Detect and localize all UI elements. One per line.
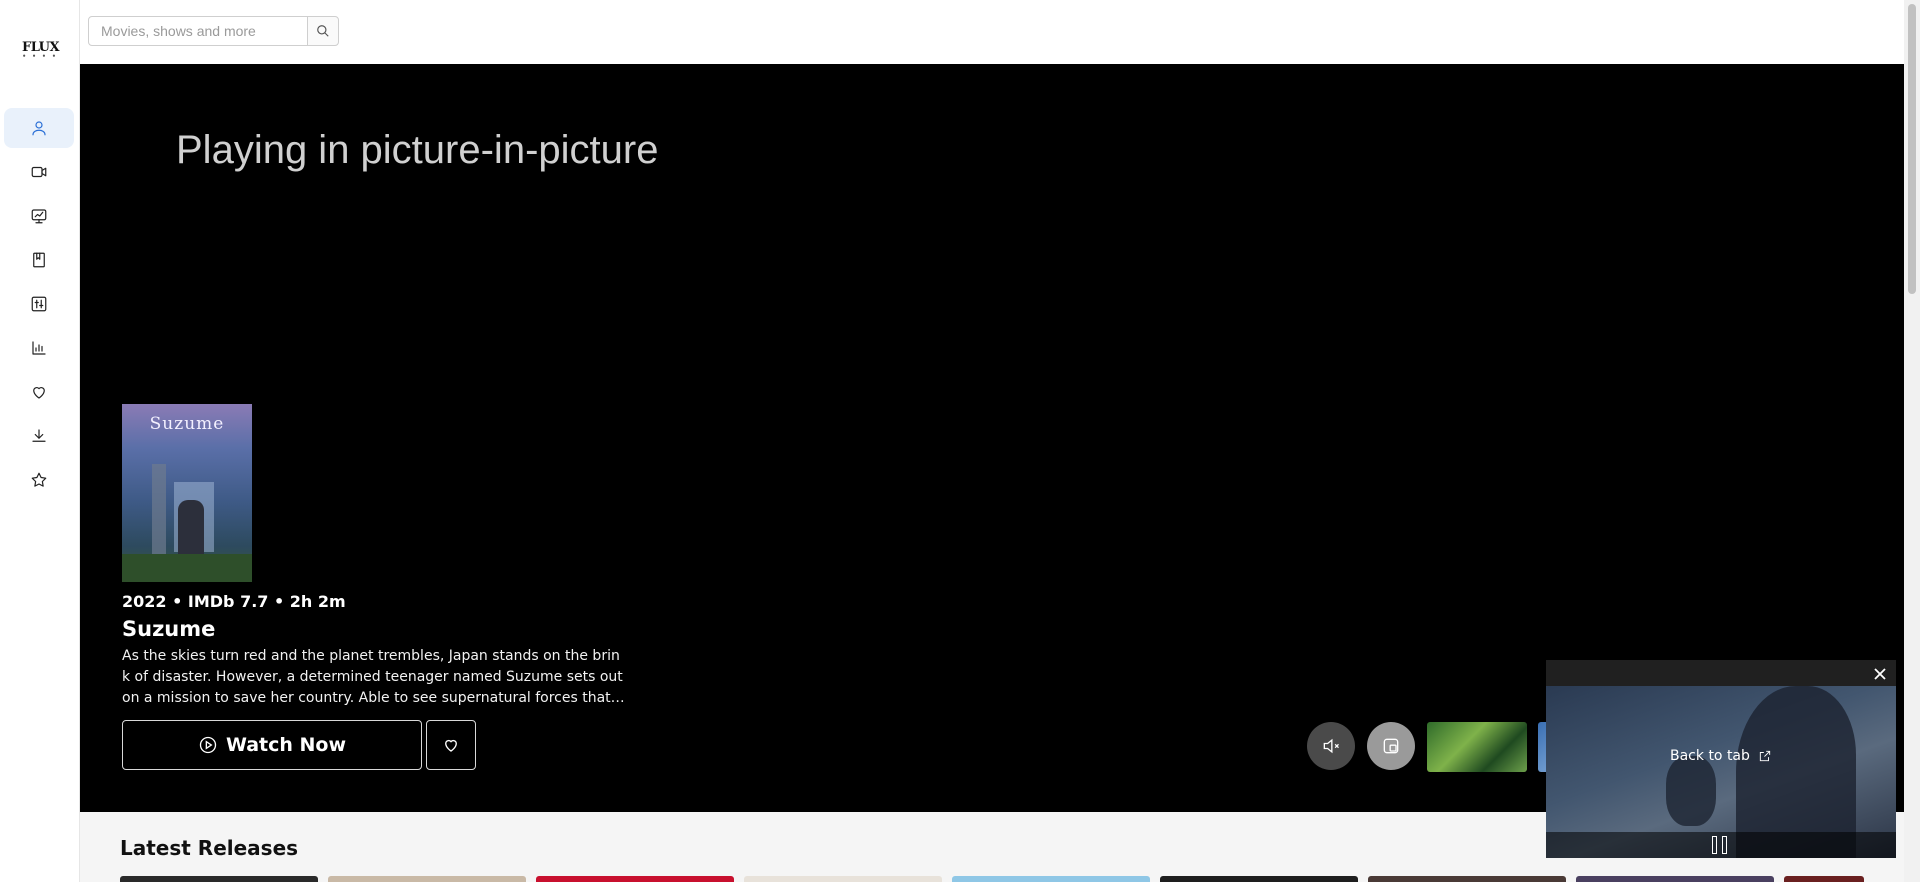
- latest-releases-heading: Latest Releases: [120, 836, 299, 860]
- bar-chart-icon: [32, 341, 46, 355]
- sidebar-item-filters[interactable]: [4, 284, 74, 324]
- add-favorite-button[interactable]: [426, 720, 476, 770]
- picture-in-picture-button[interactable]: [1367, 722, 1415, 770]
- search-icon: [317, 25, 329, 37]
- sliders-icon: [31, 296, 47, 312]
- tv-icon: [31, 209, 47, 224]
- top-bar: [80, 0, 1904, 64]
- flux-logo[interactable]: FLUX • • • •: [22, 40, 60, 70]
- release-card[interactable]: [120, 876, 318, 882]
- pip-icon: [1383, 738, 1399, 754]
- pip-controls: [1546, 832, 1896, 858]
- star-icon: [31, 472, 47, 487]
- scrollbar-thumb[interactable]: [1908, 4, 1916, 294]
- movie-title: Suzume: [122, 617, 216, 641]
- download-icon: [32, 429, 46, 442]
- close-icon: [1874, 668, 1886, 680]
- page-scrollbar[interactable]: [1904, 0, 1920, 882]
- back-to-tab-label: Back to tab: [1670, 748, 1750, 764]
- sidebar-item-profile[interactable]: [4, 108, 74, 148]
- release-card[interactable]: [1368, 876, 1566, 882]
- pip-window[interactable]: Back to tab: [1546, 660, 1896, 858]
- movie-meta: 2022 • IMDb 7.7 • 2h 2m: [122, 592, 346, 611]
- play-circle-icon: [199, 736, 217, 754]
- pip-pause-button[interactable]: [1710, 836, 1730, 854]
- heart-icon: [33, 387, 45, 399]
- sidebar-item-tv-shows[interactable]: [4, 196, 74, 236]
- sidebar-item-stats[interactable]: [4, 328, 74, 368]
- heart-icon: [445, 739, 457, 752]
- release-card[interactable]: [952, 876, 1150, 882]
- sidebar-item-movies[interactable]: [4, 152, 74, 192]
- search-button[interactable]: [307, 16, 339, 46]
- release-card[interactable]: [1160, 876, 1358, 882]
- pip-title-bar: [1546, 660, 1896, 686]
- watch-now-button[interactable]: Watch Now: [122, 720, 422, 770]
- video-camera-icon: [31, 166, 47, 178]
- release-card[interactable]: [328, 876, 526, 882]
- pip-close-button[interactable]: [1872, 666, 1888, 682]
- release-card[interactable]: [536, 876, 734, 882]
- release-card[interactable]: [1576, 876, 1774, 882]
- release-card[interactable]: [1784, 876, 1864, 882]
- user-icon: [32, 121, 46, 136]
- sidebar-item-downloads[interactable]: [4, 416, 74, 456]
- trailer-thumbnail[interactable]: [1427, 722, 1527, 772]
- volume-mute-icon: [1323, 738, 1339, 754]
- back-to-tab-button[interactable]: Back to tab: [1670, 748, 1772, 764]
- sidebar-item-favorites[interactable]: [4, 372, 74, 412]
- movie-description: As the skies turn red and the planet tre…: [122, 648, 624, 706]
- pip-placeholder-message: Playing in picture-in-picture: [176, 128, 659, 172]
- sidebar: FLUX • • • •: [0, 0, 80, 882]
- release-card[interactable]: [744, 876, 942, 882]
- search-input[interactable]: [88, 16, 308, 46]
- sidebar-item-ratings[interactable]: [4, 460, 74, 500]
- watch-now-label: Watch Now: [225, 734, 347, 756]
- external-link-icon: [1759, 750, 1771, 762]
- movie-poster[interactable]: Suzume: [122, 404, 252, 582]
- sidebar-item-library[interactable]: [4, 240, 74, 280]
- poster-title: Suzume: [149, 414, 225, 434]
- mute-button[interactable]: [1307, 722, 1355, 770]
- logo-subtext: • • • •: [22, 53, 58, 60]
- bookmark-book-icon: [33, 252, 45, 268]
